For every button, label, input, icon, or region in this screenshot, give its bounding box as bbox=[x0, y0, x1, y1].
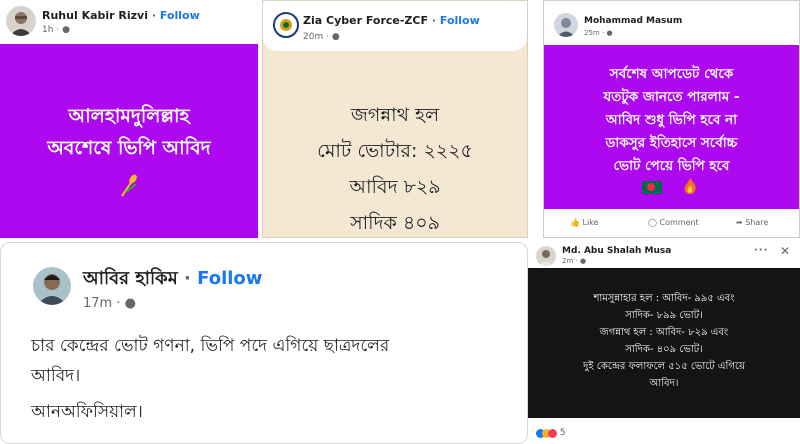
post-header: Mohammad Masum 25m · ● bbox=[544, 1, 799, 45]
globe-icon: ● bbox=[606, 29, 613, 37]
post-text-line: ডাকসুর ইতিহাসে সর্বোচ্চ bbox=[605, 135, 738, 151]
globe-icon: ● bbox=[331, 32, 340, 42]
wheat-sheaf-icon bbox=[118, 172, 140, 198]
author-name[interactable]: আবির হাকিম bbox=[83, 268, 178, 289]
post-text-line: সাদিক- ৪০৯ ভোট। bbox=[625, 344, 703, 355]
love-reaction-icon bbox=[548, 428, 557, 438]
globe-icon: ● bbox=[124, 296, 136, 311]
post-text-line: শামসুন্নাহার হল : আবিদ- ৯৯৫ এবং bbox=[593, 293, 735, 304]
author-name[interactable]: Ruhul Kabir Rizvi bbox=[42, 9, 148, 22]
like-button[interactable]: 👍 Like bbox=[570, 218, 598, 227]
post-text-line: জগন্নাথ হল : আবিদ- ৮২৯ এবং bbox=[599, 327, 729, 338]
post-header: Ruhul Kabir Rizvi · Follow 1h · ● bbox=[0, 0, 258, 44]
post-text-line: আলহামদুলিল্লাহ bbox=[68, 105, 190, 127]
post-text-line: আবিদ শুধু ভিপি হবে না bbox=[605, 112, 738, 128]
share-button[interactable]: ➦ Share bbox=[736, 218, 768, 227]
avatar[interactable] bbox=[554, 13, 578, 37]
post-text-line: যতটুক জানতে পারলাম - bbox=[603, 89, 740, 105]
post-card-4: আবির হাকিম · Follow 17m · ● চার কেন্দ্রে… bbox=[0, 242, 528, 444]
post-text-line: সাদিক ৪০৯ bbox=[350, 212, 440, 234]
post-card-3: Mohammad Masum 25m · ● সর্বশেষ আপডেট থেক… bbox=[543, 0, 800, 238]
post-card-2: Zia Cyber Force-ZCF · Follow 20m · ● জগন… bbox=[262, 0, 528, 238]
author-name[interactable]: Zia Cyber Force-ZCF bbox=[303, 14, 428, 27]
fire-icon bbox=[682, 177, 698, 195]
post-time[interactable]: 20m bbox=[303, 32, 323, 42]
bangladesh-flag-icon bbox=[642, 181, 662, 194]
follow-button[interactable]: Follow bbox=[160, 9, 200, 22]
post-text-line: ভোট পেয়ে ভিপি হবে bbox=[613, 158, 730, 174]
thumbs-up-icon: 👍 bbox=[570, 218, 580, 227]
author-name[interactable]: Md. Abu Shalah Musa bbox=[562, 246, 671, 256]
post-body: আলহামদুলিল্লাহ অবশেষে ভিপি আবিদ bbox=[0, 44, 258, 238]
avatar[interactable] bbox=[273, 12, 299, 38]
close-icon[interactable]: ✕ bbox=[780, 244, 790, 258]
post-text-line: অবশেষে ভিপি আবিদ bbox=[47, 137, 211, 159]
globe-icon: ● bbox=[579, 257, 587, 265]
post-card-1: Ruhul Kabir Rizvi · Follow 1h · ● আলহামদ… bbox=[0, 0, 258, 238]
post-text-line: জগন্নাথ হল bbox=[350, 104, 440, 126]
post-text-line: আনঅফিসিয়াল। bbox=[31, 402, 143, 422]
post-body: জগন্নাথ হল মোট ভোটার: ২২২৫ আবিদ ৮২৯ সাদি… bbox=[263, 97, 527, 237]
post-time[interactable]: 2m bbox=[562, 257, 573, 265]
reaction-count: 5 bbox=[559, 428, 566, 438]
avatar[interactable] bbox=[6, 6, 36, 36]
reaction-summary[interactable]: 5 bbox=[536, 428, 566, 439]
globe-icon: ● bbox=[62, 25, 70, 35]
avatar[interactable] bbox=[33, 267, 71, 305]
comment-button[interactable]: ◯ Comment bbox=[648, 218, 699, 227]
post-body: সর্বশেষ আপডেট থেকে যতটুক জানতে পারলাম - … bbox=[544, 45, 799, 209]
post-text-line: আবিদ ৮২৯ bbox=[349, 176, 441, 198]
post-text-line: আবিদ। bbox=[31, 366, 81, 386]
post-text-line: সাদিক- ৮৯৯ ভোট। bbox=[625, 310, 703, 321]
follow-button[interactable]: Follow bbox=[197, 268, 262, 289]
post-text-line: চার কেন্দ্রের ভোট গণনা, ভিপি পদে এগিয়ে … bbox=[31, 336, 390, 356]
comment-icon: ◯ bbox=[648, 218, 657, 227]
post-body: শামসুন্নাহার হল : আবিদ- ৯৯৫ এবং সাদিক- ৮… bbox=[528, 268, 800, 418]
post-text-line: দুই কেন্দ্রের ফলাফলে ৫১৫ ভোটে এগিয়ে bbox=[583, 361, 745, 372]
author-name[interactable]: Mohammad Masum bbox=[584, 16, 682, 26]
post-body: চার কেন্দ্রের ভোট গণনা, ভিপি পদে এগিয়ে … bbox=[31, 331, 389, 427]
post-header: Zia Cyber Force-ZCF · Follow 20m · ● bbox=[263, 1, 527, 51]
post-text-line: আবিদ। bbox=[649, 378, 679, 389]
post-time[interactable]: 25m bbox=[584, 29, 600, 37]
more-options-icon[interactable]: ··· bbox=[754, 245, 768, 256]
avatar[interactable] bbox=[536, 246, 556, 266]
share-icon: ➦ bbox=[736, 218, 743, 227]
post-action-bar: 👍 Like ◯ Comment ➦ Share bbox=[544, 209, 799, 237]
post-card-5: Md. Abu Shalah Musa 2m · ● ··· ✕ শামসুন্… bbox=[528, 242, 800, 444]
post-time[interactable]: 17m bbox=[83, 296, 112, 311]
post-time[interactable]: 1h bbox=[42, 25, 53, 35]
post-text-line: মোট ভোটার: ২২২৫ bbox=[317, 140, 473, 162]
follow-button[interactable]: Follow bbox=[440, 14, 480, 27]
post-text-line: সর্বশেষ আপডেট থেকে bbox=[609, 66, 734, 82]
